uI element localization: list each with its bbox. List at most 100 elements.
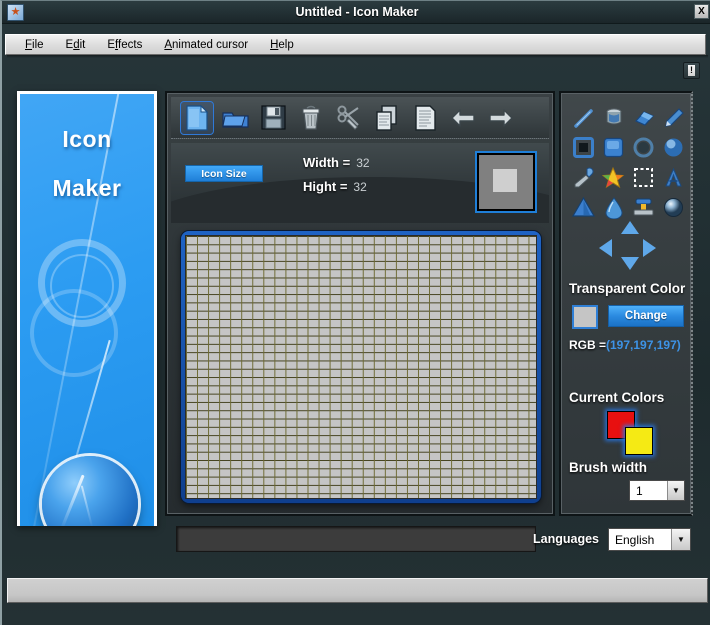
circle-outline-icon <box>633 137 654 158</box>
water-drop-icon <box>604 197 624 219</box>
rgb-label: RGB = <box>569 338 606 352</box>
copy-pages-icon <box>375 105 400 131</box>
window-title: Untitled - Icon Maker <box>2 1 710 24</box>
title-bar: ★ Untitled - Icon Maker X <box>2 1 710 24</box>
drawing-canvas-frame <box>181 231 541 503</box>
change-transparent-color-button[interactable]: Change <box>608 305 684 327</box>
languages-label: Languages <box>533 532 599 546</box>
redo-arrow-icon <box>488 108 514 128</box>
text-tool-button[interactable] <box>659 163 688 192</box>
icon-size-bar: Icon Size Width = 32 Hight = 32 <box>171 143 549 223</box>
delete-button[interactable] <box>295 102 327 134</box>
transparent-color-heading: Transparent Color <box>569 281 685 296</box>
brush-width-heading: Brush width <box>569 460 647 475</box>
application-window: ★ Untitled - Icon Maker X File Edit Effe… <box>0 0 710 625</box>
decorative-sphere <box>42 456 138 526</box>
height-row: Hight = 32 <box>303 179 367 194</box>
language-dropdown[interactable]: English ▼ <box>608 528 691 551</box>
sphere-highlight-2 <box>81 485 93 526</box>
main-toolbar <box>171 97 549 139</box>
sphere-tool-button[interactable] <box>659 193 688 222</box>
paste-button[interactable] <box>409 102 441 134</box>
menu-item-animated-cursor[interactable]: Animated cursor <box>153 37 259 53</box>
undo-button[interactable] <box>447 102 479 134</box>
chevron-down-icon[interactable]: ▼ <box>667 481 684 500</box>
circle-filled-icon <box>663 137 684 158</box>
background-color-swatch[interactable] <box>625 427 653 455</box>
ellipse-outline-button[interactable] <box>629 133 658 162</box>
about-info-button[interactable]: ! <box>683 62 700 79</box>
square-filled-icon <box>603 137 624 158</box>
icon-preview-surface <box>478 154 534 210</box>
line-icon <box>573 107 595 129</box>
arrow-left-icon[interactable] <box>599 239 612 257</box>
square-outline-icon <box>573 137 594 158</box>
status-bar <box>7 578 708 603</box>
menu-item-edit[interactable]: Edit <box>55 37 97 53</box>
new-file-icon <box>185 105 209 131</box>
branding-banner-inner: Icon Maker <box>20 94 154 526</box>
line-tool-button[interactable] <box>569 103 598 132</box>
chevron-down-icon[interactable]: ▼ <box>671 529 690 550</box>
nudge-arrow-pad <box>599 221 657 271</box>
menu-shadow <box>7 55 708 58</box>
brush-width-dropdown[interactable]: 1 ▼ <box>629 480 685 501</box>
transparent-color-swatch[interactable] <box>572 305 598 329</box>
rectangle-filled-button[interactable] <box>599 133 628 162</box>
save-button[interactable] <box>257 102 289 134</box>
save-floppy-icon <box>261 105 286 130</box>
cut-button[interactable] <box>333 102 365 134</box>
eyedropper-icon <box>573 167 595 189</box>
paste-page-icon <box>414 105 437 131</box>
banner-title-line1: Icon <box>20 126 154 153</box>
menu-item-effects[interactable]: Effects <box>96 37 153 53</box>
ellipse-filled-button[interactable] <box>659 133 688 162</box>
rgb-readout: RGB =(197,197,197) <box>569 338 681 352</box>
message-field[interactable] <box>176 526 536 552</box>
bottom-bar: Languages English ▼ <box>165 519 693 559</box>
width-row: Width = 32 <box>303 155 370 170</box>
exclamation-icon: ! <box>688 65 695 76</box>
menu-label-file-rest: ile <box>32 39 44 51</box>
branding-banner: Icon Maker <box>17 91 157 526</box>
tool-panel: Transparent Color Change RGB =(197,197,1… <box>559 91 693 516</box>
decorative-ring-3 <box>50 254 114 318</box>
new-file-button[interactable] <box>181 102 213 134</box>
sphere-highlight-1 <box>60 475 84 526</box>
trash-can-icon <box>299 105 324 131</box>
open-folder-button[interactable] <box>219 102 251 134</box>
width-label: Width = <box>303 155 350 170</box>
current-colors-heading: Current Colors <box>569 390 664 405</box>
fill-tool-button[interactable] <box>599 103 628 132</box>
rectangle-outline-button[interactable] <box>569 133 598 162</box>
icon-preview[interactable] <box>475 151 537 213</box>
menu-item-file[interactable]: File <box>14 37 55 53</box>
paint-bucket-icon <box>603 107 625 129</box>
pencil-icon <box>663 107 685 129</box>
menu-bar: File Edit Effects Animated cursor Help <box>5 34 706 55</box>
arrow-down-icon[interactable] <box>621 257 639 270</box>
menu-item-help[interactable]: Help <box>259 37 305 53</box>
stamp-tool-button[interactable] <box>629 193 658 222</box>
marquee-select-icon <box>633 167 654 188</box>
arrow-right-icon[interactable] <box>643 239 656 257</box>
tool-grid <box>569 103 687 222</box>
star-tool-button[interactable] <box>599 163 628 192</box>
pencil-tool-button[interactable] <box>659 103 688 132</box>
arrow-up-icon[interactable] <box>621 221 639 234</box>
cone-tool-button[interactable] <box>569 193 598 222</box>
redo-button[interactable] <box>485 102 517 134</box>
copy-button[interactable] <box>371 102 403 134</box>
triangle-icon <box>572 197 595 218</box>
eraser-tool-button[interactable] <box>629 103 658 132</box>
drop-tool-button[interactable] <box>599 193 628 222</box>
stamp-icon <box>632 197 655 218</box>
width-value: 32 <box>356 156 369 170</box>
close-button[interactable]: X <box>694 4 709 19</box>
scissors-icon <box>336 105 362 131</box>
rgb-value: (197,197,197) <box>606 338 681 352</box>
select-tool-button[interactable] <box>629 163 658 192</box>
icon-size-button[interactable]: Icon Size <box>185 165 263 182</box>
drawing-canvas-grid[interactable] <box>185 235 537 499</box>
color-picker-button[interactable] <box>569 163 598 192</box>
